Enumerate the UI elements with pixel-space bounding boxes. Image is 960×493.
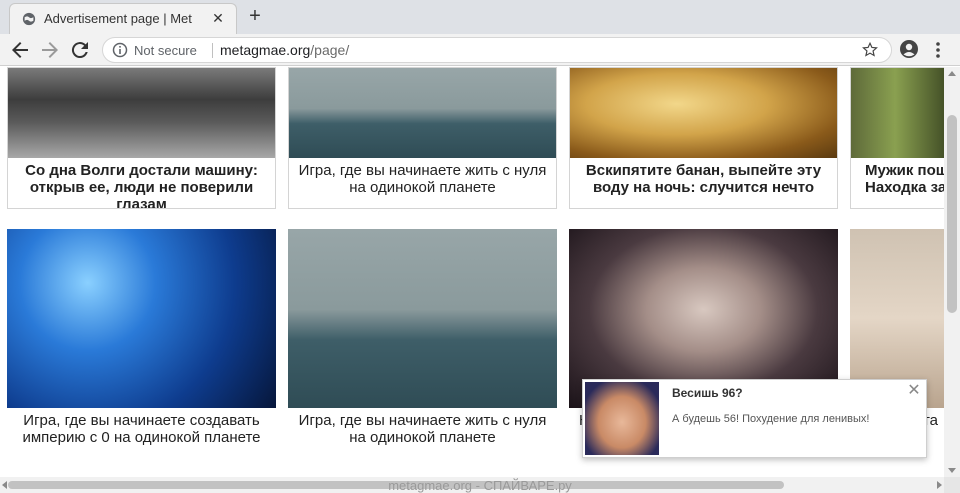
space-girl-photo[interactable] xyxy=(7,229,276,408)
forward-icon[interactable] xyxy=(38,38,62,62)
toolbar: Not secure metagmae.org/page/ xyxy=(0,34,960,66)
robots-photo[interactable] xyxy=(289,68,556,158)
vertical-scroll-thumb[interactable] xyxy=(947,115,957,313)
article-card[interactable]: Со дна Волги достали машину: открыв ее, … xyxy=(7,67,276,209)
new-tab-button[interactable]: + xyxy=(244,5,266,29)
url-path: /page/ xyxy=(310,42,350,58)
popup-text[interactable]: А будешь 56! Похудение для ленивых! xyxy=(672,413,869,425)
url-text[interactable]: metagmae.org/page/ xyxy=(220,42,349,58)
tab-title: Advertisement page | Met xyxy=(44,11,192,26)
car-photo[interactable] xyxy=(8,68,275,158)
back-icon[interactable] xyxy=(8,38,32,62)
kebab-menu-icon[interactable] xyxy=(930,40,946,60)
popup-title[interactable]: Весишь 96? xyxy=(672,386,743,400)
address-bar[interactable]: Not secure metagmae.org/page/ xyxy=(102,37,892,63)
browser-tab[interactable]: Advertisement page | Met ✕ xyxy=(9,3,237,34)
bookmark-star-icon[interactable] xyxy=(861,41,879,59)
robots-photo[interactable] xyxy=(288,229,557,408)
scroll-down-icon[interactable] xyxy=(948,468,956,473)
article-card[interactable]: Вскипятите банан, выпейте эту воду на но… xyxy=(569,67,838,209)
watermark-text: metagmae.org - СПАЙВАРЕ.ру xyxy=(388,478,572,493)
tab-strip: Advertisement page | Met ✕ + xyxy=(0,0,960,34)
scroll-up-icon[interactable] xyxy=(948,71,956,76)
popup-image[interactable] xyxy=(585,382,659,455)
card-caption[interactable]: Вскипятите банан, выпейте эту воду на но… xyxy=(570,162,837,196)
card-caption[interactable]: Со дна Волги достали машину: открыв ее, … xyxy=(8,162,275,208)
article-card[interactable]: Игра, где вы начинаете создавать империю… xyxy=(7,229,276,459)
article-card[interactable]: Мужик пош Находка за xyxy=(850,67,944,209)
security-label: Not secure xyxy=(134,43,197,58)
globe-icon xyxy=(22,12,36,26)
card-caption[interactable]: Игра, где вы начинаете жить с нуля на од… xyxy=(288,412,557,446)
card-caption[interactable]: Игра, где вы начинаете создавать империю… xyxy=(7,412,276,446)
card-caption[interactable]: Мужик пош Находка за xyxy=(851,162,944,196)
article-card[interactable]: Игра, где вы начинаете жить с нуля на од… xyxy=(288,229,557,459)
forest-photo[interactable] xyxy=(851,68,944,158)
account-icon[interactable] xyxy=(899,39,919,59)
tab-close-icon[interactable]: ✕ xyxy=(210,10,226,28)
banana-photo[interactable] xyxy=(570,68,837,158)
url-domain: metagmae.org xyxy=(220,42,311,58)
article-card[interactable]: Игра, где вы начинаете жить с нуля на од… xyxy=(288,67,557,209)
notification-popup[interactable]: Весишь 96? А будешь 56! Похудение для ле… xyxy=(582,379,927,458)
reload-icon[interactable] xyxy=(68,38,92,62)
card-caption[interactable]: Игра, где вы начинаете жить с нуля на од… xyxy=(289,162,556,196)
security-separator xyxy=(212,43,213,58)
vertical-scrollbar[interactable] xyxy=(944,67,960,477)
popup-close-icon[interactable]: ✕ xyxy=(907,383,921,399)
info-icon[interactable] xyxy=(112,42,128,58)
